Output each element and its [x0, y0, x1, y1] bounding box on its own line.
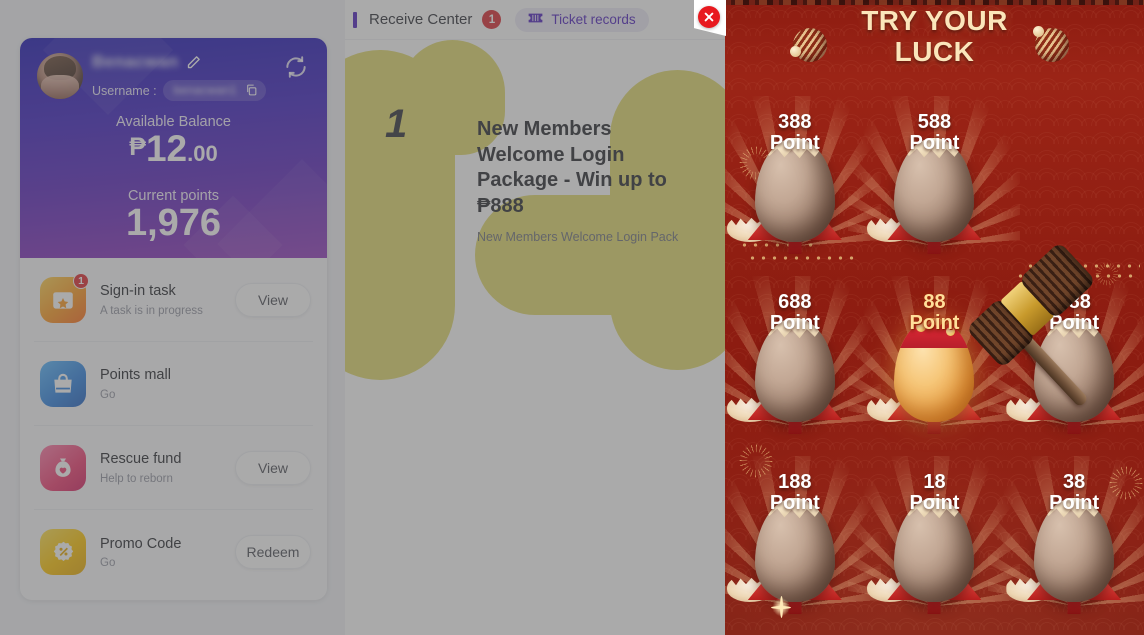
- task-text: Points mall Go: [90, 366, 235, 401]
- task-title: Promo Code: [100, 535, 182, 552]
- egg-value: 588: [917, 111, 952, 133]
- hammer-icon[interactable]: [953, 241, 1133, 442]
- screen: Benacwan Username : benacwan1 Available …: [0, 0, 1144, 635]
- receive-center-title: Receive Center: [369, 11, 473, 28]
- pencil-icon[interactable]: [186, 55, 201, 70]
- decor-gold-ball: [790, 28, 827, 62]
- receive-center-header: Receive Center 1 Ticket records: [345, 0, 725, 40]
- egg-unit: Point: [909, 312, 960, 335]
- balance-amount: ₱12.00: [20, 130, 327, 167]
- task-title: Points mall: [100, 367, 171, 384]
- task-subtitle: Go: [100, 388, 116, 401]
- ticket-records-button[interactable]: Ticket records: [515, 7, 649, 32]
- egg-cell-588[interactable]: 588 Point: [848, 88, 1021, 268]
- ticket-icon: [528, 11, 543, 29]
- money-bag-heart-icon: [40, 444, 86, 491]
- profile-card: Benacwan Username : benacwan1 Available …: [20, 38, 327, 600]
- title-line-1: TRY YOUR: [861, 5, 1008, 36]
- egg-cell-18[interactable]: 18 Point: [848, 448, 1021, 628]
- nickname-row: Benacwan: [92, 52, 201, 72]
- egg-unit: Point: [769, 492, 820, 515]
- percent-badge-icon: [40, 529, 86, 575]
- sparkle-icon: [771, 596, 791, 618]
- egg-value: 188: [778, 471, 812, 493]
- egg-unit: Point: [909, 132, 960, 155]
- task-subtitle: Help to reborn: [100, 472, 173, 485]
- task-row-sign-in[interactable]: 1 Sign-in task A task is in progress Vie…: [34, 258, 313, 342]
- egg-cell-188[interactable]: 188 Point: [725, 448, 881, 628]
- nickname-text: Benacwan: [92, 52, 179, 71]
- accent-bar: [353, 11, 357, 28]
- task-subtitle: A task is in progress: [100, 304, 203, 317]
- redeem-button[interactable]: Redeem: [235, 535, 311, 569]
- try-your-luck-panel: TRY YOUR LUCK 388 Point 588 Point 688 Po…: [725, 0, 1144, 635]
- egg-label-688: 688 Point: [725, 291, 865, 335]
- try-your-luck-title: TRY YOUR LUCK: [725, 5, 1144, 68]
- task-subtitle: Go: [100, 557, 116, 570]
- view-button-sign-in[interactable]: View: [235, 282, 311, 317]
- egg-unit: Point: [1049, 492, 1100, 515]
- egg-label-38: 38 Point: [1004, 471, 1144, 515]
- profile-header: Benacwan Username : benacwan1 Available …: [20, 38, 327, 258]
- egg-unit: Point: [769, 312, 820, 335]
- task-text: Rescue fund Help to reborn: [90, 450, 235, 485]
- username-pill[interactable]: benacwan1: [162, 80, 266, 101]
- task-icon-wrap: [36, 357, 90, 411]
- points-value: 1,976: [125, 202, 222, 244]
- egg-cell-688[interactable]: 688 Point: [725, 268, 881, 448]
- egg-value: 38: [1063, 471, 1086, 493]
- task-text: Sign-in task A task is in progress: [90, 282, 235, 317]
- close-icon[interactable]: [698, 6, 720, 28]
- view-button-rescue-fund[interactable]: View: [235, 450, 311, 485]
- egg-label-588: 588 Point: [865, 111, 1005, 155]
- decor-gold-ball: [1033, 26, 1069, 62]
- task-text: Promo Code Go: [90, 535, 235, 570]
- egg-cell-38[interactable]: 38 Point: [988, 448, 1144, 628]
- ticket-records-label: Ticket records: [551, 12, 636, 27]
- task-title: Rescue fund: [100, 451, 182, 468]
- username-row: Username : benacwan1: [92, 80, 266, 101]
- task-row-promo-code[interactable]: Promo Code Go Redeem: [34, 510, 313, 594]
- copy-icon[interactable]: [245, 83, 258, 97]
- promo-title: New Members Welcome Login Package - Win …: [477, 118, 667, 217]
- avatar[interactable]: [37, 53, 83, 99]
- shopping-bag-icon: [40, 360, 86, 407]
- egg-value: 388: [778, 111, 812, 133]
- task-row-points-mall[interactable]: Points mall Go: [34, 342, 313, 426]
- egg-label-188: 188 Point: [725, 471, 865, 515]
- currency-symbol: ₱: [129, 133, 146, 161]
- task-icon-wrap: [36, 525, 90, 579]
- egg-label-18: 18 Point: [865, 471, 1005, 515]
- receive-center-panel: Receive Center 1 Ticket records 1 New Me…: [345, 0, 725, 635]
- receive-center-badge: 1: [482, 10, 502, 29]
- egg-cell-empty: [1004, 88, 1144, 268]
- balance-decimal: .00: [187, 141, 218, 166]
- egg-unit: Point: [909, 492, 960, 515]
- task-row-rescue-fund[interactable]: Rescue fund Help to reborn View: [34, 426, 313, 510]
- promo-number: 1: [385, 102, 408, 146]
- egg-cell-388[interactable]: 388 Point: [725, 88, 881, 268]
- username-label: Username :: [92, 83, 157, 98]
- egg-unit: Point: [769, 132, 820, 155]
- title-line-2: LUCK: [894, 36, 975, 68]
- left-column: Benacwan Username : benacwan1 Available …: [0, 0, 345, 635]
- task-list: 1 Sign-in task A task is in progress Vie…: [20, 258, 327, 594]
- task-icon-wrap: 1: [36, 272, 90, 327]
- egg-value: 688: [778, 291, 812, 313]
- egg-value: 88: [923, 291, 946, 313]
- task-badge: 1: [73, 272, 89, 289]
- task-icon-wrap: [36, 441, 90, 495]
- promo-subtitle: New Members Welcome Login Pack: [477, 230, 679, 244]
- username-value: benacwan1: [173, 83, 237, 97]
- egg-label-388: 388 Point: [725, 111, 865, 155]
- receive-center-body: 1 New Members Welcome Login Package - Wi…: [345, 40, 725, 635]
- refresh-icon[interactable]: [283, 54, 309, 80]
- task-title: Sign-in task: [100, 283, 176, 300]
- balance-integer: 12: [145, 128, 188, 169]
- egg-value: 18: [923, 471, 946, 493]
